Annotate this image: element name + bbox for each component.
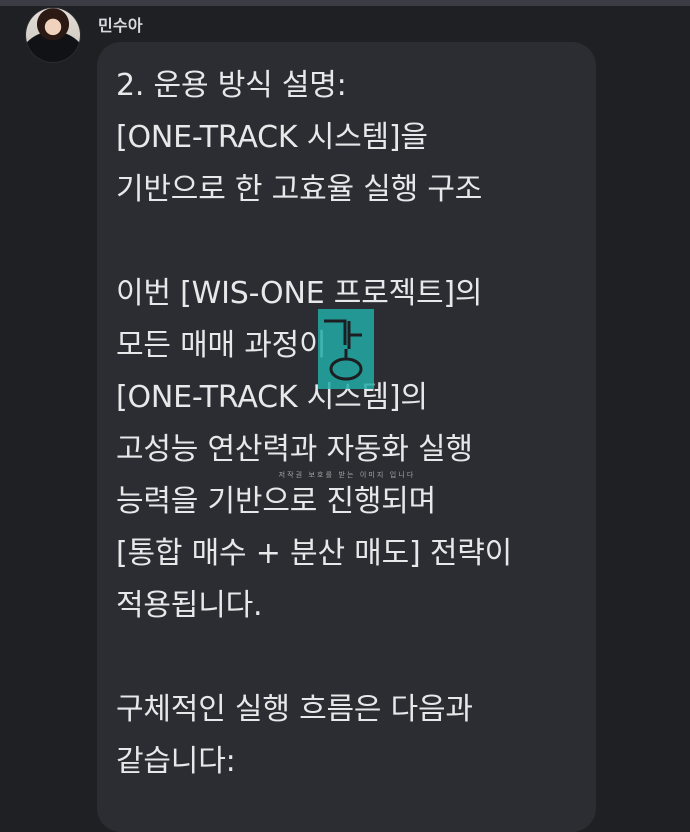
sender-name[interactable]: 민수아: [98, 12, 143, 36]
watermark-text: 저작권 보호를 받는 이미지 입니다: [278, 471, 416, 479]
message-text: 2. 운용 방식 설명: [ONE-TRACK 시스템]을 기반으로 한 고효율…: [116, 68, 513, 779]
top-divider: [0, 0, 690, 6]
watermark-logo: [318, 309, 374, 389]
avatar[interactable]: [26, 8, 80, 62]
